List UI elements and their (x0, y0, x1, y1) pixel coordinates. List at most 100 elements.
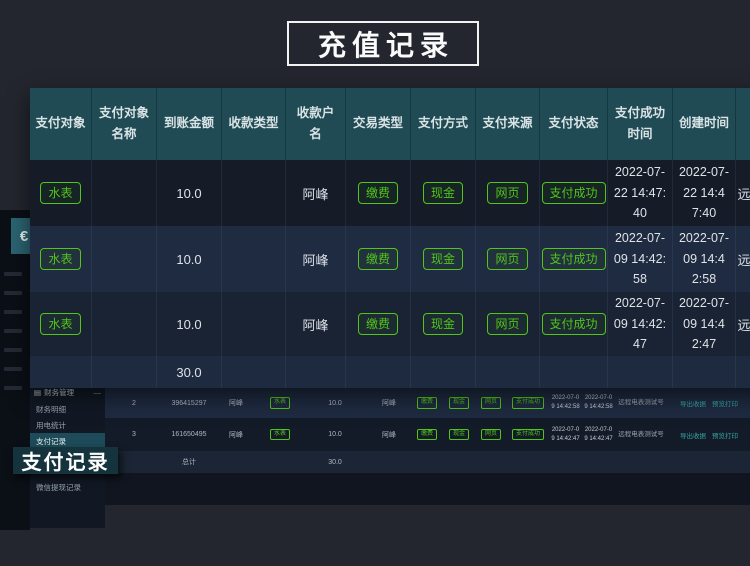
sidebar-item-electricity-stats[interactable]: 用电统计 (30, 417, 105, 433)
cell-empty (608, 356, 673, 388)
mini-total-amount: 30.0 (303, 459, 367, 466)
cell-trade-type: 缴费 (346, 226, 411, 292)
mini-cell-trade: 缴费 (411, 397, 443, 408)
note-text: 远程电表测试号 (618, 398, 664, 407)
column-header-note (736, 88, 750, 160)
cell-amount: 10.0 (157, 292, 222, 356)
mini-cell-index: 2 (105, 400, 163, 407)
cell-create-time: 2022-07-22 14:47:40 (673, 160, 736, 226)
trade-badge: 缴费 (358, 313, 398, 335)
table-row[interactable]: 水表 10.0 阿峰 缴费 现金 网页 支付成功 2022-07-09 14:4… (30, 292, 750, 356)
mini-rail-icon (4, 329, 22, 333)
meter-badge: 水表 (270, 429, 290, 440)
table-row[interactable]: 2 396415297 阿峰 水表 10.0 阿峰 缴费 现金 网页 支付成功 … (105, 388, 750, 418)
sidebar-item-label: 微信提现记录 (36, 482, 81, 493)
table-row[interactable]: 3 161650495 阿峰 水表 10.0 阿峰 缴费 现金 网页 支付成功 … (105, 418, 750, 451)
mini-cell-amount: 10.0 (303, 431, 367, 438)
trade-badge: 缴费 (358, 248, 398, 270)
mini-total-label: 总计 (163, 457, 215, 467)
table-row[interactable]: 水表 10.0 阿峰 缴费 现金 网页 支付成功 2022-07-09 14:4… (30, 226, 750, 292)
mini-rail-icon (4, 291, 22, 295)
timestamp: 2022-07-09 14:42:58 (678, 228, 730, 290)
source-badge: 网页 (487, 248, 527, 270)
sidebar-item-label: 支付记录 (36, 436, 66, 447)
cell-pay-method: 现金 (411, 160, 476, 226)
cell-pay-source: 网页 (476, 160, 540, 226)
trade-badge: 缴费 (417, 397, 437, 408)
status-badge: 支付成功 (542, 248, 606, 270)
cell-empty (540, 356, 608, 388)
export-receipt-link[interactable]: 导出收据 (680, 430, 706, 440)
mini-cell-name: 阿峰 (215, 398, 257, 408)
cell-pay-object-name (92, 160, 157, 226)
cell-empty (411, 356, 476, 388)
preview-print-link[interactable]: 预览打印 (712, 430, 738, 440)
column-header-trade-type: 交易类型 (346, 88, 411, 160)
status-badge: 支付成功 (542, 182, 606, 204)
cell-empty (736, 356, 750, 388)
mini-rail-icon (4, 272, 22, 276)
meter-badge: 水表 (40, 313, 80, 335)
cell-pay-source: 网页 (476, 292, 540, 356)
cell-create-time: 2022-07-09 14:42:47 (673, 292, 736, 356)
mini-rail-icon (4, 310, 22, 314)
column-header-pay-source: 支付来源 (476, 88, 540, 160)
method-badge: 现金 (449, 429, 469, 440)
status-badge: 支付成功 (512, 397, 544, 408)
timestamp: 2022-07-09 14:42:47 (678, 293, 730, 355)
payment-records-callout: 支付记录 (13, 447, 118, 474)
mini-cell-source: 网页 (475, 397, 507, 408)
timestamp: 2022-07-22 14:47:40 (678, 162, 730, 224)
trade-badge: 缴费 (358, 182, 398, 204)
timestamp: 2022-07-09 14:42:58 (584, 394, 614, 412)
cell-meter: 水表 (30, 226, 92, 292)
trade-badge: 缴费 (417, 429, 437, 440)
mini-cell-trade: 缴费 (411, 429, 443, 440)
timestamp: 2022-07-09 14:42:47 (551, 426, 581, 444)
mini-rail-icon (4, 386, 22, 390)
column-header-create-time: 创建时间 (673, 88, 736, 160)
export-receipt-link[interactable]: 导出收据 (680, 398, 706, 408)
column-header-amount: 到账金额 (157, 88, 222, 160)
mini-cell-status: 支付成功 (507, 397, 549, 408)
cell-success-time: 2022-07-22 14:47:40 (608, 160, 673, 226)
cell-note: 远程电表测试号 (736, 292, 750, 356)
mini-cell-method: 现金 (443, 429, 475, 440)
table-header-row: 支付对象 支付对象名称 到账金额 收款类型 收款户名 交易类型 支付方式 支付来… (30, 88, 750, 160)
cell-pay-object-name (92, 226, 157, 292)
table-row[interactable]: 水表 10.0 阿峰 缴费 现金 网页 支付成功 2022-07-22 14:4… (30, 160, 750, 226)
column-header-pay-object: 支付对象 (30, 88, 92, 160)
cell-recv-type (222, 226, 286, 292)
mini-table: 2 396415297 阿峰 水表 10.0 阿峰 缴费 现金 网页 支付成功 … (105, 388, 750, 473)
recharge-records-table: 支付对象 支付对象名称 到账金额 收款类型 收款户名 交易类型 支付方式 支付来… (30, 88, 750, 388)
source-badge: 网页 (481, 429, 501, 440)
mini-total-row: 总计 30.0 (105, 451, 750, 473)
timestamp: 2022-07-09 14:42:58 (613, 228, 667, 290)
cell-pay-method: 现金 (411, 292, 476, 356)
status-badge: 支付成功 (542, 313, 606, 335)
note-text: 远程电表测试号 (738, 250, 750, 269)
cell-empty (30, 356, 92, 388)
cell-empty (476, 356, 540, 388)
cell-pay-method: 现金 (411, 226, 476, 292)
mini-cell-create-time: 2022-07-09 14:42:58 (582, 394, 615, 412)
mini-cell-actions: 导出收据 预览打印 (667, 430, 750, 440)
sidebar-item-finance-details[interactable]: 财务明细 (30, 401, 105, 417)
cell-pay-source: 网页 (476, 226, 540, 292)
column-header-pay-object-name: 支付对象名称 (92, 88, 157, 160)
mini-cell-note: 远程电表测试号 (615, 430, 667, 439)
method-badge: 现金 (449, 397, 469, 408)
note-text: 远程电表测试号 (738, 315, 750, 334)
mini-cell-order-no: 161650495 (163, 431, 215, 438)
preview-print-link[interactable]: 预览打印 (712, 398, 738, 408)
timestamp: 2022-07-09 14:42:47 (584, 426, 614, 444)
column-header-pay-method: 支付方式 (411, 88, 476, 160)
cell-create-time: 2022-07-09 14:42:58 (673, 226, 736, 292)
sidebar-item-wechat-withdraw-records[interactable]: 微信提现记录 (30, 479, 105, 495)
sidebar-parent-label: 财务管理 (44, 387, 74, 398)
cell-empty (286, 356, 346, 388)
callout-label: 支付记录 (22, 446, 110, 475)
note-text: 远程电表测试号 (738, 184, 750, 203)
status-badge: 支付成功 (512, 429, 544, 440)
source-badge: 网页 (487, 313, 527, 335)
